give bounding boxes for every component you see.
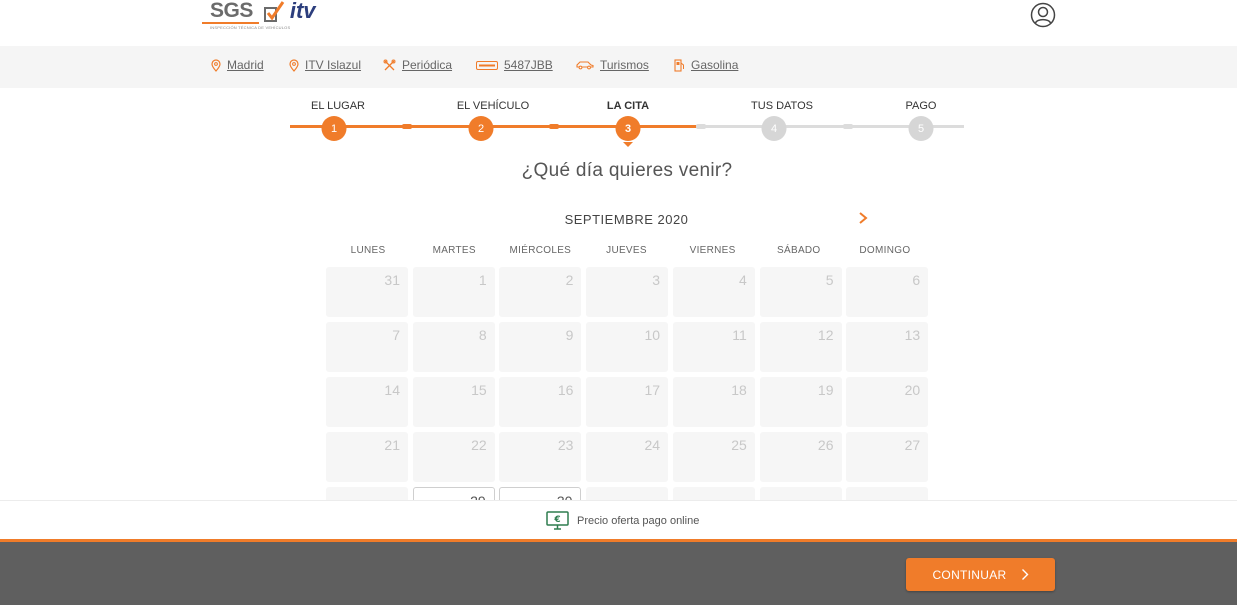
summary-item-station[interactable]: ITV Islazul [289,58,361,72]
calendar-day: 16 [499,377,582,427]
car-icon [576,61,594,70]
tools-icon [383,59,396,70]
calendar-day: 23 [499,432,582,482]
calendar-day [326,487,408,500]
calendar-day: 24 [586,432,669,482]
weekday-sabado: SÁBADO [777,245,821,256]
step-circle-1[interactable]: 1 [321,116,347,141]
step-label-datos: TUS DATOS [751,100,813,112]
calendar-day [846,487,929,500]
calendar-day: 6 [846,267,929,317]
calendar-day: 11 [672,322,755,372]
calendar-day: 17 [586,377,669,427]
page: SGS itv INSPECCIÓN TÉCNICA DE VEHÍCULOS … [0,0,1237,605]
step-circle-2[interactable]: 2 [468,116,494,141]
continue-button[interactable]: CONTINUAR [906,558,1055,591]
calendar-day[interactable]: 30 [499,487,582,500]
step-label-cita: LA CITA [606,100,650,112]
weekday-martes: MARTES [432,245,476,256]
checkmark-logo-icon [263,1,285,22]
step-label-lugar: EL LUGAR [310,100,366,112]
calendar-weekdays: LUNES MARTES MIÉRCOLES JUEVES VIERNES SÁ… [325,245,928,256]
calendar-day [672,487,755,500]
weekday-lunes: LUNES [350,245,386,256]
calendar-day: 25 [672,432,755,482]
calendar-day: 19 [759,377,842,427]
page-title: ¿Qué día quieres venir? [521,160,733,181]
step-label-pago: PAGO [905,100,937,112]
calendar-day: 4 [672,267,755,317]
summary-item-plate[interactable]: 5487JBB [476,58,553,72]
step-circle-3: 3 [615,116,641,141]
euro-monitor-icon: € [546,511,569,530]
step-separator [549,124,559,129]
summary-item-vehicle[interactable]: Turismos [576,58,649,72]
step-label-vehiculo: EL VEHÍCULO [456,100,530,112]
license-plate-icon [476,60,498,70]
summary-item-label: Madrid [227,58,264,72]
booking-steps: EL LUGAR EL VEHÍCULO LA CITA TUS DATOS P… [290,88,964,150]
active-step-pointer [623,142,633,147]
step-circle-4: 4 [761,116,787,141]
svg-text:€: € [553,515,560,525]
logo-subtitle: INSPECCIÓN TÉCNICA DE VEHÍCULOS [210,25,291,30]
chevron-right-icon [1021,569,1029,580]
calendar-day: 3 [586,267,669,317]
next-month-chevron-icon[interactable] [857,211,869,225]
summary-item-label: ITV Islazul [305,58,362,72]
fuel-icon [674,58,684,72]
summary-item-label: Gasolina [691,58,739,72]
step-separator [696,124,706,129]
weekday-viernes: VIERNES [689,245,736,256]
calendar-day: 26 [759,432,842,482]
calendar-day: 15 [412,377,495,427]
calendar-day[interactable]: 29 [412,487,495,500]
step-separator [843,124,853,129]
calendar-day [759,487,842,500]
header: SGS itv INSPECCIÓN TÉCNICA DE VEHÍCULOS [0,0,1237,46]
calendar-day: 20 [846,377,929,427]
weekday-domingo: DOMINGO [859,245,911,256]
calendar-grid: 31 1 2 3 4 5 6 7 8 9 10 11 12 13 14 15 16 17 18 19 20 21 22 23 2… [325,267,930,500]
calendar-day: 12 [759,322,842,372]
calendar-day: 5 [759,267,842,317]
calendar-day: 14 [326,377,408,427]
summary-item-inspection-type[interactable]: Periódica [383,58,452,72]
summary-item-province[interactable]: Madrid [211,58,264,72]
continue-button-label: CONTINUAR [932,567,1007,582]
price-info: € Precio oferta pago online [546,511,699,530]
calendar-day: 1 [412,267,495,317]
price-info-bar: € Precio oferta pago online [0,500,1237,539]
step-separator [402,124,412,129]
location-pin-icon [211,58,221,72]
calendar-day: 27 [846,432,929,482]
calendar-day: 22 [412,432,495,482]
calendar-day: 10 [586,322,669,372]
footer: CONTINUAR [0,539,1237,605]
calendar-day: 31 [326,267,408,317]
calendar-day: 2 [499,267,582,317]
calendar-day: 9 [499,322,582,372]
user-icon[interactable] [1030,2,1056,28]
summary-item-label: 5487JBB [504,58,553,72]
location-pin-icon [289,58,299,72]
calendar-day: 18 [672,377,755,427]
selection-summary-bar: Madrid ITV Islazul Periódica 5487JBB Tur… [0,46,1237,88]
weekday-jueves: JUEVES [606,245,647,256]
summary-item-fuel[interactable]: Gasolina [674,58,738,72]
summary-item-label: Turismos [600,58,649,72]
calendar-day: 8 [412,322,495,372]
calendar-month-label: SEPTIEMBRE 2020 [564,212,689,227]
weekday-miercoles: MIÉRCOLES [509,245,572,256]
logo-sgs-text: SGS [202,0,259,24]
calendar-day: 13 [846,322,929,372]
calendar-day: 21 [326,432,408,482]
calendar-day [586,487,669,500]
step-circle-5: 5 [908,116,934,141]
calendar-day: 7 [326,322,408,372]
summary-item-label: Periódica [402,58,453,72]
logo-itv-text: itv [289,0,316,23]
price-info-text: Precio oferta pago online [577,514,700,527]
